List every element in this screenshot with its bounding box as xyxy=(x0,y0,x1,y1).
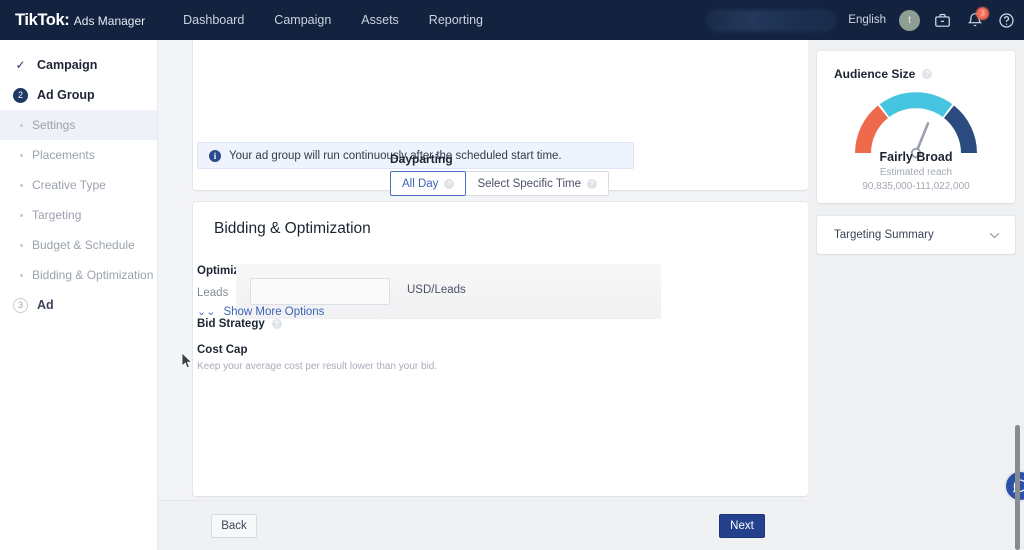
avatar[interactable]: t xyxy=(899,9,920,31)
dayparting-option-all-day-label: All Day xyxy=(402,177,439,190)
help-tooltip-icon[interactable]: ? xyxy=(271,319,282,329)
nav-link-assets[interactable]: Assets xyxy=(361,13,399,27)
show-more-options-button[interactable]: ⌄⌄ Show More Options xyxy=(197,306,324,318)
info-icon: i xyxy=(209,149,221,162)
bullet-icon xyxy=(20,153,23,157)
right-panel: Audience Size ? Fairly Broad Estimated r… xyxy=(808,40,1024,550)
brand-subtitle: Ads Manager xyxy=(73,13,146,28)
nav-link-reporting[interactable]: Reporting xyxy=(429,13,483,27)
targeting-summary-card[interactable]: Targeting Summary xyxy=(817,216,1015,254)
audience-size-card: Audience Size ? Fairly Broad Estimated r… xyxy=(817,51,1015,203)
bullet-icon xyxy=(20,273,23,277)
audience-size-title: Audience Size ? xyxy=(834,67,933,81)
card-title-bidding: Bidding & Optimization xyxy=(214,220,371,237)
page-scrollbar[interactable] xyxy=(1015,425,1020,550)
bid-strategy-label: Bid Strategy ? xyxy=(197,318,282,330)
audience-size-title-text: Audience Size xyxy=(834,67,916,81)
audience-gauge xyxy=(817,87,1015,159)
dayparting-option-specific-time[interactable]: Select Specific Time ? xyxy=(466,171,609,196)
show-more-options-label: Show More Options xyxy=(223,306,325,318)
bullet-icon xyxy=(20,123,23,127)
sidebar-step-label-ad: Ad xyxy=(37,298,54,312)
help-tooltip-icon[interactable]: ? xyxy=(444,178,455,189)
sidebar-item-bidding-optimization[interactable]: Bidding & Optimization xyxy=(0,260,157,290)
targeting-summary-label: Targeting Summary xyxy=(834,229,934,241)
next-button[interactable]: Next xyxy=(719,514,765,538)
sidebar-item-targeting[interactable]: Targeting xyxy=(0,200,157,230)
bid-strategy-label-text: Bid Strategy xyxy=(197,318,265,330)
dayparting-label: Dayparting xyxy=(390,152,453,166)
dayparting-options: All Day ? Select Specific Time ? xyxy=(390,171,609,196)
brand-logo[interactable]: TikTok : Ads Manager xyxy=(15,11,145,30)
sidebar-step-label-ad-group: Ad Group xyxy=(37,88,95,102)
back-button[interactable]: Back xyxy=(211,514,257,538)
chevron-double-down-icon: ⌄⌄ xyxy=(197,305,216,318)
step-number-badge-3: 3 xyxy=(13,297,28,313)
chevron-down-icon[interactable] xyxy=(989,232,1000,239)
cost-cap-label: Cost Cap xyxy=(197,344,248,356)
sidebar-item-label-budget-schedule: Budget & Schedule xyxy=(32,238,135,252)
top-navigation-bar: TikTok : Ads Manager Dashboard Campaign … xyxy=(0,0,1024,40)
estimated-reach-label: Estimated reach xyxy=(879,167,953,178)
sidebar-step-ad-group[interactable]: 2 Ad Group xyxy=(0,80,157,110)
sidebar-step-campaign[interactable]: ✓ Campaign xyxy=(0,50,157,80)
estimated-reach-value: 90,835,000-111,022,000 xyxy=(862,181,970,192)
sidebar-item-creative-type[interactable]: Creative Type xyxy=(0,170,157,200)
dayparting-option-specific-time-label: Select Specific Time xyxy=(477,177,581,190)
audience-gauge-label: Fairly Broad xyxy=(879,150,953,164)
briefcase-icon[interactable] xyxy=(933,11,952,30)
wizard-footer: Back Next xyxy=(158,500,808,550)
sidebar-step-ad[interactable]: 3 Ad xyxy=(0,290,157,320)
nav-right-cluster: English t 3 xyxy=(707,0,1016,40)
sidebar-item-placements[interactable]: Placements xyxy=(0,140,157,170)
help-icon[interactable] xyxy=(997,11,1016,30)
account-selector[interactable] xyxy=(707,9,836,31)
help-tooltip-icon[interactable]: ? xyxy=(922,69,933,79)
sidebar: ✓ Campaign 2 Ad Group Settings Placement… xyxy=(0,40,158,550)
brand-colon: : xyxy=(64,10,70,29)
sidebar-item-label-placements: Placements xyxy=(32,148,95,162)
bell-icon[interactable]: 3 xyxy=(965,6,989,30)
bid-unit-label: USD/Leads xyxy=(407,284,466,296)
sidebar-item-budget-schedule[interactable]: Budget & Schedule xyxy=(0,230,157,260)
sidebar-item-settings[interactable]: Settings xyxy=(0,110,157,140)
cost-cap-hint: Keep your average cost per result lower … xyxy=(197,361,438,372)
step-number-badge-2: 2 xyxy=(13,87,28,103)
help-tooltip-icon[interactable]: ? xyxy=(586,178,597,189)
language-selector[interactable]: English xyxy=(848,14,886,26)
nav-link-campaign[interactable]: Campaign xyxy=(274,13,331,27)
bullet-icon xyxy=(20,213,23,217)
bullet-icon xyxy=(20,183,23,187)
notification-badge: 3 xyxy=(976,6,989,20)
sidebar-step-label-campaign: Campaign xyxy=(37,58,98,72)
primary-nav-links: Dashboard Campaign Assets Reporting xyxy=(183,13,483,27)
scrollbar-thumb[interactable] xyxy=(1015,425,1020,550)
sidebar-item-label-creative-type: Creative Type xyxy=(32,178,106,192)
sidebar-item-label-settings: Settings xyxy=(32,118,76,132)
bullet-icon xyxy=(20,243,23,247)
dayparting-option-all-day[interactable]: All Day ? xyxy=(390,171,467,196)
brand-name: TikTok xyxy=(15,10,65,29)
sidebar-item-label-targeting: Targeting xyxy=(32,208,82,222)
nav-link-dashboard[interactable]: Dashboard xyxy=(183,13,244,27)
bid-amount-input[interactable] xyxy=(250,278,390,305)
sidebar-item-label-bidding-optimization: Bidding & Optimization xyxy=(32,268,154,282)
main-content: i Your ad group will run continuously af… xyxy=(158,40,808,550)
check-icon: ✓ xyxy=(15,58,26,72)
optimization-goal-value: Leads xyxy=(197,287,229,299)
bidding-optimization-card: Bidding & Optimization xyxy=(193,202,808,496)
